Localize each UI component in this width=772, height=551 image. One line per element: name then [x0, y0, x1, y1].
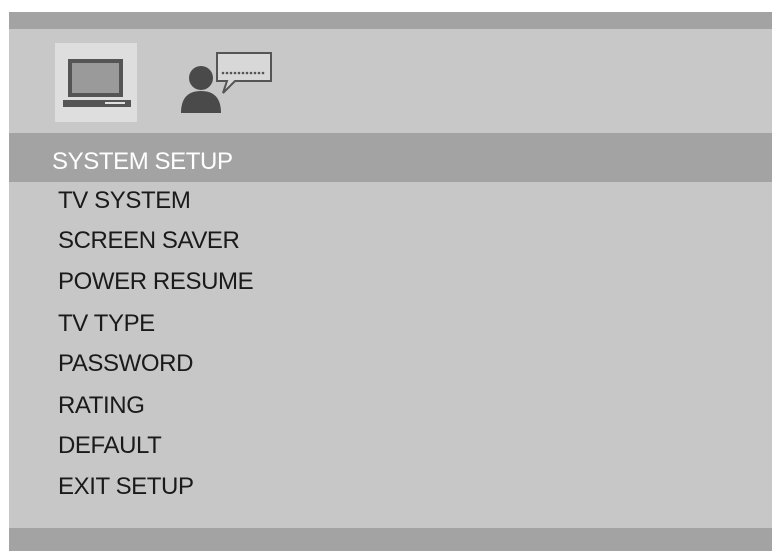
menu-item-password[interactable]: PASSWORD — [58, 346, 458, 382]
menu-item-tv-type[interactable]: TV TYPE — [58, 306, 458, 342]
menu-item-tv-system[interactable]: TV SYSTEM — [58, 183, 458, 219]
user-speech-icon — [181, 52, 272, 113]
section-header: SYSTEM SETUP — [9, 141, 772, 182]
tv-monitor-icon — [63, 59, 131, 107]
menu-item-exit-setup[interactable]: EXIT SETUP — [58, 469, 458, 505]
tab-system-setup[interactable] — [55, 43, 137, 122]
menu-item-default[interactable]: DEFAULT — [58, 428, 458, 464]
tab-preference[interactable] — [173, 43, 281, 122]
page-title: SYSTEM SETUP — [52, 148, 233, 175]
menu-item-rating[interactable]: RATING — [58, 388, 458, 424]
menu-item-power-resume[interactable]: POWER RESUME — [58, 264, 458, 300]
menu-item-screen-saver[interactable]: SCREEN SAVER — [58, 223, 458, 259]
